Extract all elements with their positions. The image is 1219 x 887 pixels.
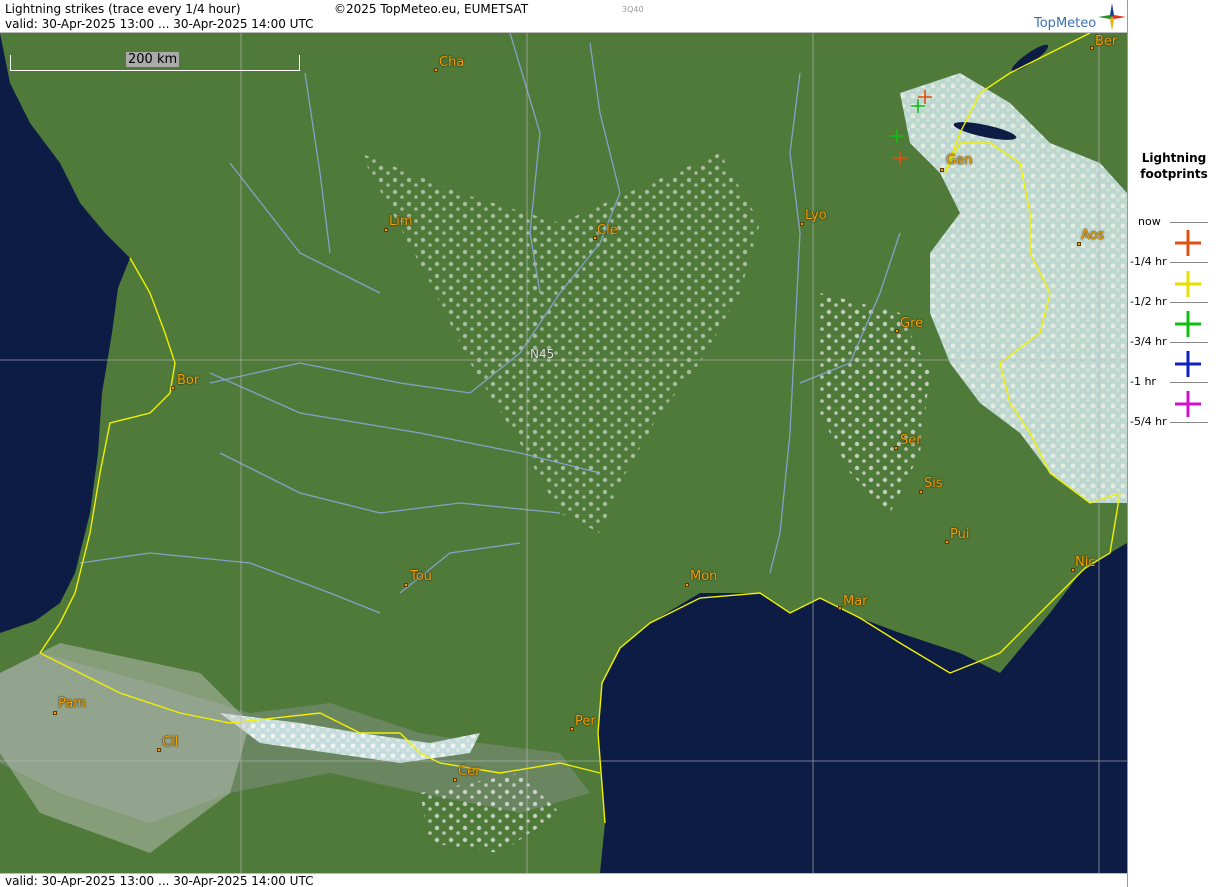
city-label: Cha: [439, 55, 465, 70]
city-dot: [800, 222, 804, 226]
city-dot: [157, 748, 161, 752]
legend-label: -1/4 hr: [1130, 255, 1167, 268]
legend-title: Lightning footprints: [1128, 150, 1219, 182]
city-dot: [1090, 46, 1094, 50]
city-dot: [940, 168, 944, 172]
city-label: Ser: [900, 433, 922, 448]
header-bar: Lightning strikes (trace every 1/4 hour)…: [0, 0, 1127, 33]
legend-divider: [1170, 262, 1208, 263]
city-dot: [453, 778, 457, 782]
legend-label: -3/4 hr: [1130, 335, 1167, 348]
city-label: Cer: [458, 764, 481, 779]
city-label: Pui: [950, 527, 970, 542]
city-dot: [171, 386, 175, 390]
legend-divider: [1170, 422, 1208, 423]
city-dot: [384, 228, 388, 232]
cross-blue-icon: [1175, 351, 1201, 377]
city-dot: [919, 490, 923, 494]
legend-divider: [1170, 222, 1208, 223]
city-label: Mar: [843, 594, 868, 609]
legend-label: -5/4 hr: [1130, 415, 1167, 428]
city-dot: [895, 329, 899, 333]
cross-green-icon: [1175, 311, 1201, 337]
city-label: Tou: [410, 569, 432, 584]
city-dot: [894, 446, 898, 450]
city-label: Lim: [389, 214, 413, 229]
valid-time-bottom: valid: 30-Apr-2025 13:00 ... 30-Apr-2025…: [5, 874, 314, 887]
city-label: Mon: [690, 569, 718, 584]
product-code: 3Q40: [622, 5, 644, 14]
footer-bar: valid: 30-Apr-2025 13:00 ... 30-Apr-2025…: [0, 873, 1127, 887]
legend-label: -1 hr: [1130, 375, 1156, 388]
legend-title-line1: Lightning: [1141, 151, 1207, 165]
map-title: Lightning strikes (trace every 1/4 hour): [5, 2, 241, 16]
legend-title-line2: footprints: [1140, 167, 1208, 181]
city-dot: [53, 711, 57, 715]
city-dot: [404, 583, 408, 587]
legend-divider: [1170, 302, 1208, 303]
city-label: Cil: [162, 735, 179, 750]
city-label: Gre: [900, 316, 924, 331]
satellite-map[interactable]: 200 km N45 Cha Ber Gen Lim Cle Lyo Aos G…: [0, 33, 1127, 873]
city-label: Sis: [924, 476, 943, 491]
city-label: Bor: [177, 373, 200, 388]
city-label: Cle: [597, 223, 618, 238]
city-dot: [434, 68, 438, 72]
brand-name[interactable]: TopMeteo: [1034, 16, 1096, 31]
copyright: ©2025 TopMeteo.eu, EUMETSAT: [334, 2, 529, 16]
legend-label: now: [1138, 215, 1161, 228]
city-dot: [570, 727, 574, 731]
city-label: Ber: [1095, 34, 1118, 49]
scale-label: 200 km: [126, 52, 180, 67]
city-dot: [838, 606, 842, 610]
city-dot: [685, 583, 689, 587]
cross-orange-icon: [1175, 230, 1201, 256]
legend-panel: Lightning footprints now -1/4 hr -1/2 hr…: [1127, 0, 1219, 887]
cross-yellow-icon: [1175, 271, 1201, 297]
city-label: Aos: [1081, 228, 1105, 243]
cross-magenta-icon: [1175, 391, 1201, 417]
legend-divider: [1170, 382, 1208, 383]
city-label: Gen: [946, 153, 973, 168]
city-dot: [945, 540, 949, 544]
latitude-label: N45: [530, 347, 555, 361]
valid-time-top: valid: 30-Apr-2025 13:00 ... 30-Apr-2025…: [5, 17, 314, 31]
city-label: Lyo: [805, 208, 827, 223]
city-label: Per: [575, 714, 596, 729]
legend-divider: [1170, 342, 1208, 343]
city-label: Nic: [1075, 555, 1096, 570]
legend-label: -1/2 hr: [1130, 295, 1167, 308]
city-label: Pam: [58, 696, 86, 711]
topmeteo-logo-icon[interactable]: [1097, 2, 1127, 32]
